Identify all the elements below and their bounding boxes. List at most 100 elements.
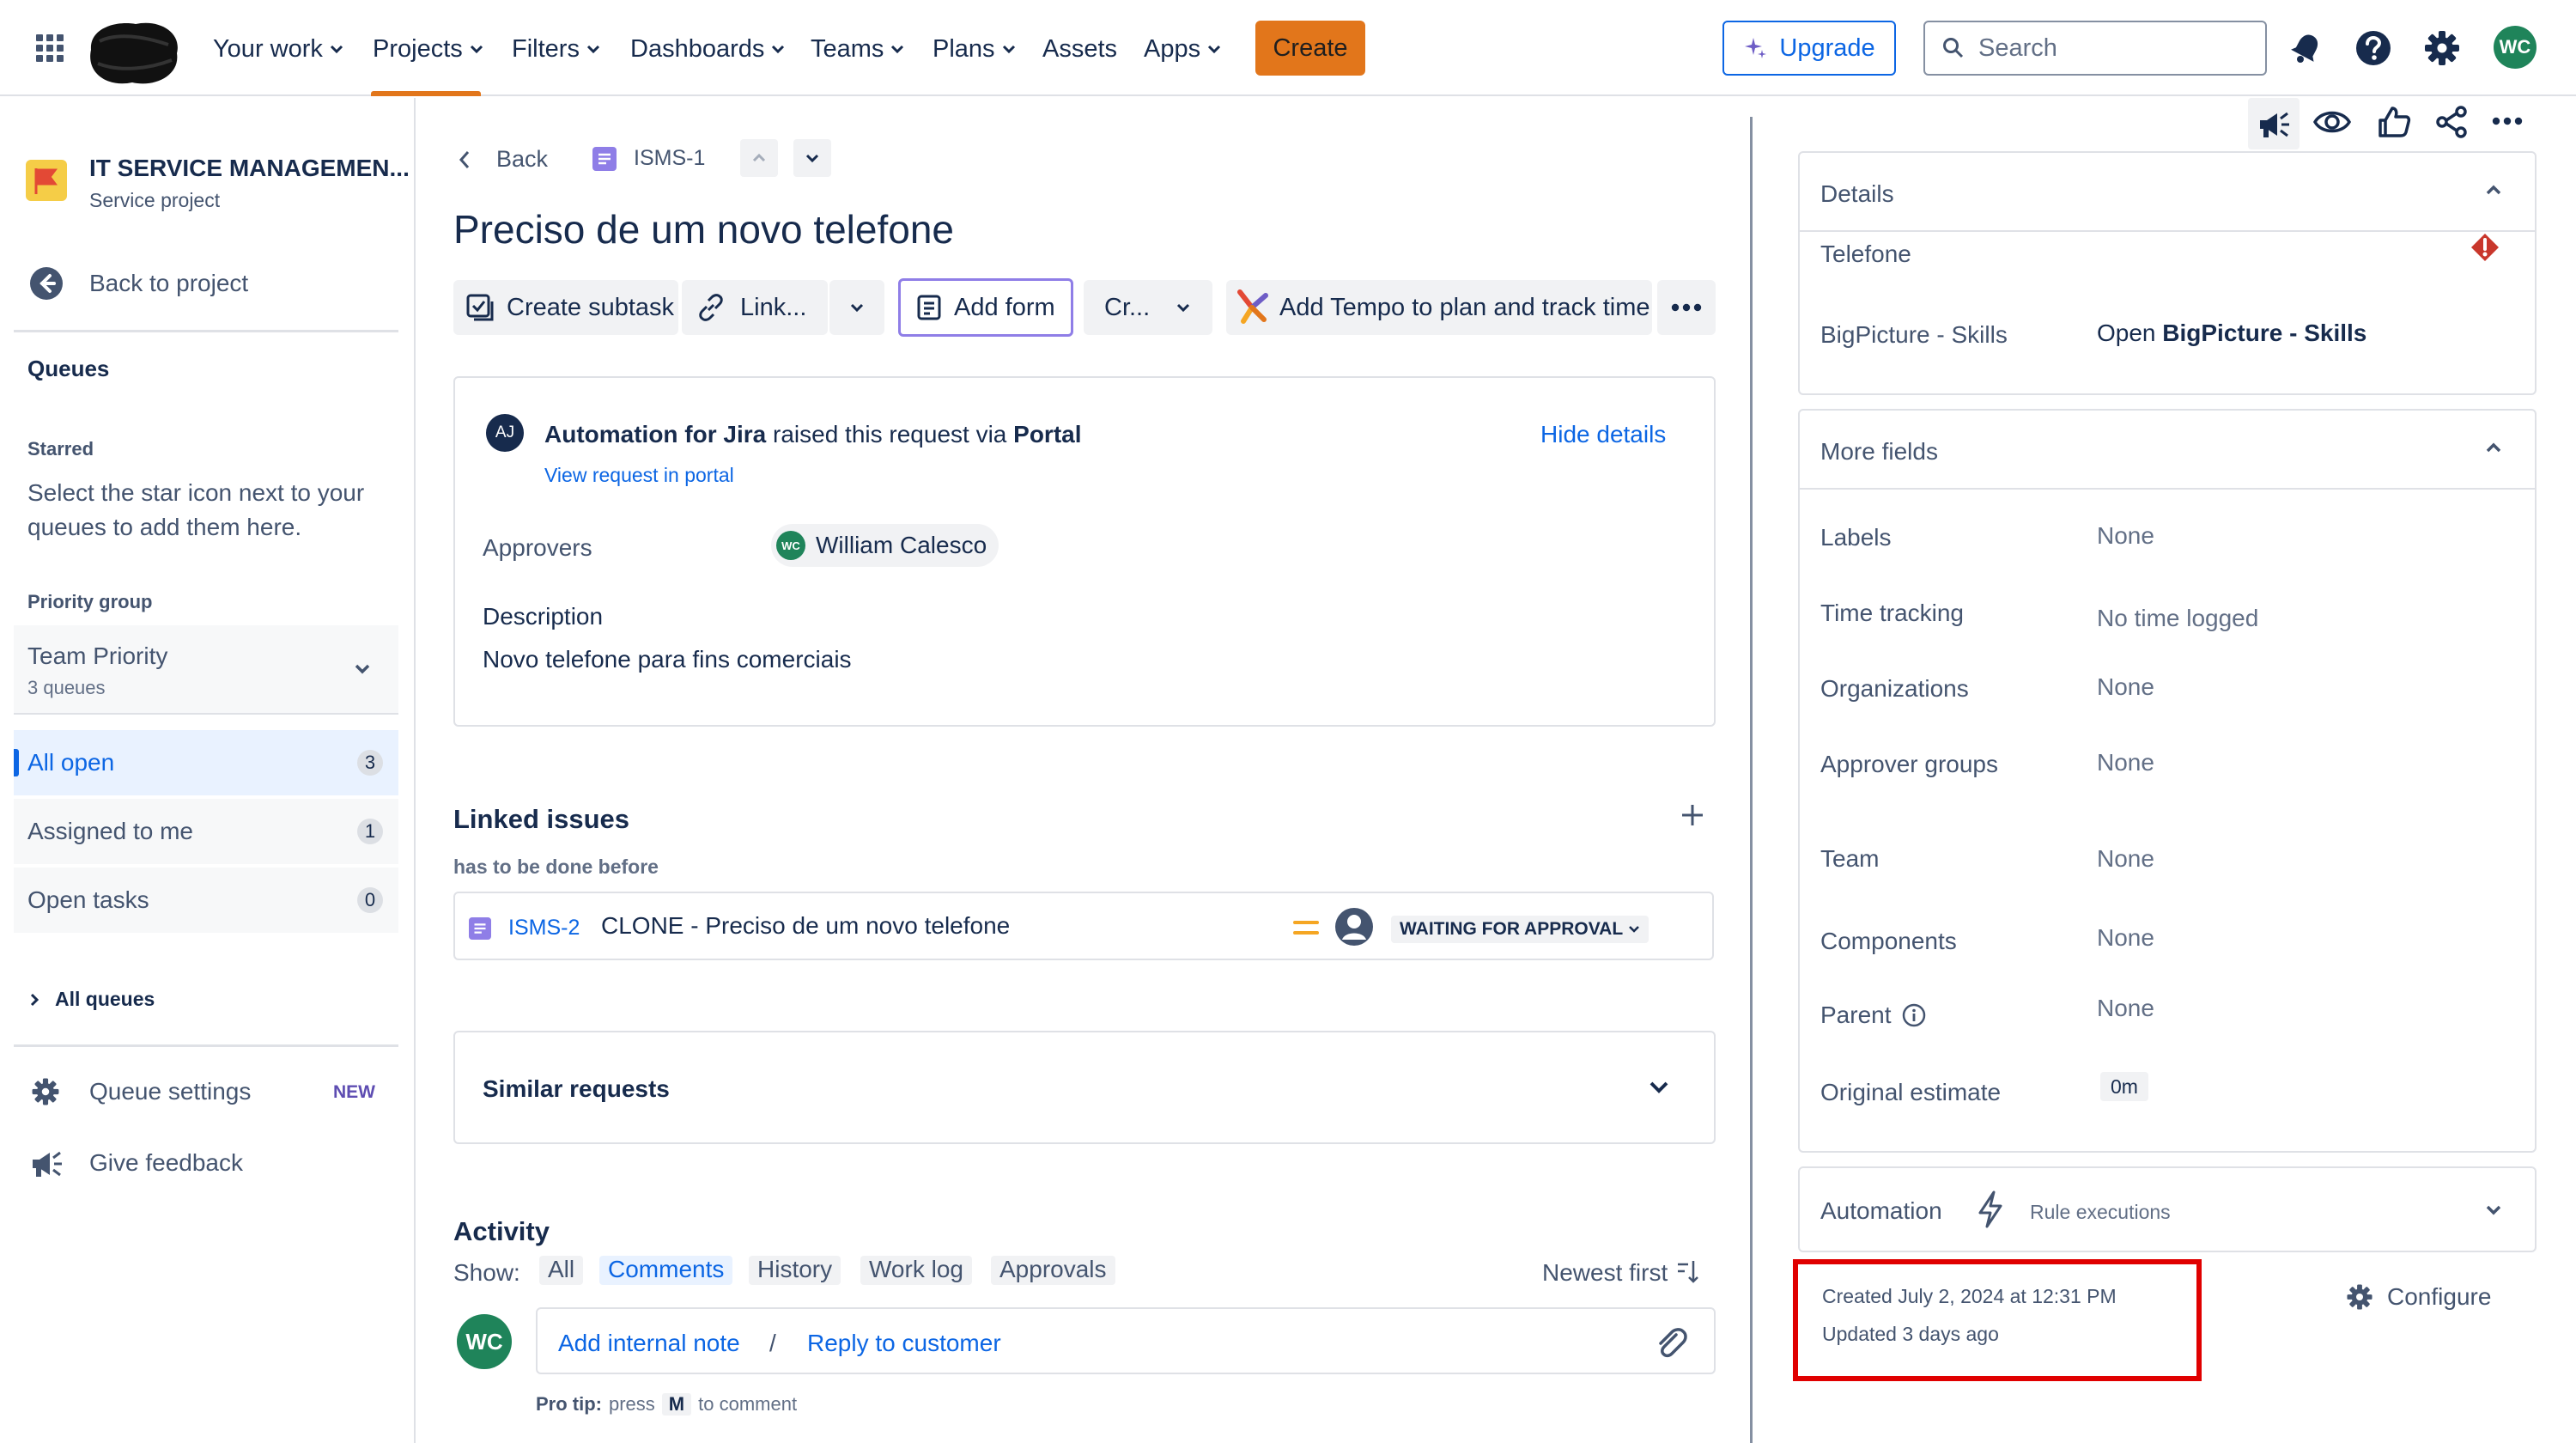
create-button[interactable]: Create	[1255, 21, 1365, 76]
error-warning-icon	[2470, 232, 2500, 263]
give-feedback-link[interactable]: Give feedback	[29, 1146, 243, 1180]
tempo-button[interactable]: Add Tempo to plan and track time	[1226, 280, 1652, 335]
product-logo-redacted[interactable]	[82, 15, 185, 89]
link-issue-button[interactable]: Link...	[682, 280, 828, 335]
components-label: Components	[1820, 928, 1957, 954]
nav-teams[interactable]: Teams	[811, 29, 904, 69]
details-panel-header[interactable]: Details	[1800, 153, 2535, 232]
components-value[interactable]: None	[2097, 924, 2154, 952]
back-to-project-link[interactable]: Back to project	[29, 266, 248, 301]
link-dropdown-button[interactable]	[829, 280, 884, 335]
activity-tab-comments[interactable]: Comments	[599, 1256, 733, 1285]
keyboard-key: M	[661, 1393, 692, 1416]
nav-dashboards[interactable]: Dashboards	[630, 29, 785, 69]
hide-details-link[interactable]: Hide details	[1540, 421, 1666, 448]
time-tracking-value[interactable]: No time logged	[2097, 605, 2258, 632]
automation-heading: Automation	[1820, 1197, 1942, 1224]
similar-requests-heading: Similar requests	[483, 1075, 670, 1102]
team-priority-group[interactable]: Team Priority 3 queues	[14, 625, 398, 715]
activity-tab-approvals[interactable]: Approvals	[991, 1256, 1115, 1285]
issue-title[interactable]: Preciso de um novo telefone	[453, 206, 954, 253]
linked-issue-status-lozenge[interactable]: WAITING FOR APPROVAL	[1391, 916, 1649, 943]
add-linked-issue-button[interactable]	[1680, 802, 1705, 828]
queue-settings-link[interactable]: Queue settings	[31, 1077, 251, 1106]
add-form-button[interactable]: Add form	[898, 278, 1073, 337]
chevron-down-icon	[2485, 1204, 2502, 1216]
watch-eye-icon[interactable]	[2313, 108, 2351, 136]
issue-key-breadcrumb[interactable]: ISMS-1	[592, 146, 705, 171]
divider	[14, 1044, 398, 1047]
nav-filters[interactable]: Filters	[512, 29, 600, 69]
description-text[interactable]: Novo telefone para fins comerciais	[483, 646, 852, 673]
divider	[14, 330, 398, 332]
chevron-down-icon	[470, 45, 483, 53]
starred-hint-line2: queues to add them here.	[27, 514, 302, 540]
feedback-megaphone-button[interactable]	[2248, 98, 2300, 149]
project-type: Service project	[89, 189, 221, 211]
activity-tab-history[interactable]: History	[749, 1256, 841, 1285]
parent-value[interactable]: None	[2097, 995, 2154, 1022]
share-icon[interactable]	[2435, 105, 2470, 139]
new-badge: NEW	[333, 1082, 375, 1102]
sort-order-toggle[interactable]: Newest first	[1542, 1259, 1699, 1285]
upgrade-button[interactable]: Upgrade	[1722, 21, 1896, 76]
nav-apps[interactable]: Apps	[1144, 29, 1221, 69]
add-internal-note-button[interactable]: Add internal note	[558, 1330, 740, 1357]
parent-field: Parent	[1820, 1002, 1926, 1029]
sort-icon	[1676, 1259, 1699, 1285]
app-switcher-icon[interactable]	[36, 34, 64, 62]
configure-button[interactable]: Configure	[2346, 1283, 2491, 1311]
view-request-in-portal-link[interactable]: View request in portal	[544, 464, 734, 487]
queue-all-open[interactable]: All open 3	[14, 730, 398, 795]
request-raised-line: Automation for Jira raised this request …	[544, 421, 1082, 448]
reporter-name[interactable]: Automation for Jira	[544, 421, 766, 448]
search-box[interactable]	[1923, 21, 2267, 76]
previous-issue-button[interactable]	[740, 139, 778, 177]
nav-projects[interactable]: Projects	[373, 29, 483, 69]
activity-tab-work-log[interactable]: Work log	[860, 1256, 972, 1285]
attachment-paperclip-icon[interactable]	[1656, 1326, 1690, 1361]
settings-gear-icon[interactable]	[2423, 29, 2461, 67]
next-issue-button[interactable]	[793, 139, 831, 177]
activity-tab-all[interactable]: All	[539, 1256, 584, 1285]
more-horizontal-icon[interactable]	[2492, 117, 2523, 125]
current-user-avatar: WC	[457, 1314, 512, 1369]
team-priority-sub: 3 queues	[27, 677, 106, 698]
nav-assets[interactable]: Assets	[1042, 29, 1117, 69]
nav-plans[interactable]: Plans	[933, 29, 1016, 69]
queue-count-badge: 3	[357, 750, 383, 776]
help-icon[interactable]	[2354, 29, 2392, 67]
cr-dropdown-button[interactable]: Cr...	[1084, 280, 1212, 335]
team-value[interactable]: None	[2097, 845, 2154, 873]
queue-open-tasks[interactable]: Open tasks 0	[14, 868, 398, 933]
user-avatar[interactable]: WC	[2494, 26, 2537, 69]
bigpicture-skills-link[interactable]: Open BigPicture - Skills	[2097, 320, 2366, 347]
more-actions-button[interactable]	[1657, 280, 1716, 335]
labels-value[interactable]: None	[2097, 522, 2154, 550]
all-queues-toggle[interactable]: All queues	[29, 988, 155, 1011]
organizations-value[interactable]: None	[2097, 673, 2154, 701]
nav-your-work[interactable]: Your work	[213, 29, 343, 69]
notifications-icon[interactable]	[2289, 31, 2324, 65]
request-type-icon	[469, 917, 491, 940]
project-name[interactable]: IT SERVICE MANAGEMEN...	[89, 155, 410, 182]
reply-to-customer-button[interactable]: Reply to customer	[807, 1330, 1001, 1357]
linked-issue-key[interactable]: ISMS-2	[508, 916, 580, 941]
project-icon	[26, 160, 67, 201]
chevron-up-icon	[751, 153, 767, 163]
vote-thumbs-up-icon[interactable]	[2377, 105, 2411, 139]
create-subtask-button[interactable]: Create subtask	[453, 280, 678, 335]
info-icon[interactable]	[1902, 1003, 1926, 1027]
back-link[interactable]: Back	[459, 146, 548, 173]
more-fields-header[interactable]: More fields	[1800, 411, 2535, 490]
original-estimate-value[interactable]: 0m	[2100, 1072, 2148, 1101]
approver-groups-value[interactable]: None	[2097, 749, 2154, 776]
panel-resize-handle[interactable]	[1750, 117, 1753, 1443]
approver-avatar: WC	[776, 531, 805, 560]
chevron-down-icon	[805, 153, 820, 163]
queue-assigned-to-me[interactable]: Assigned to me 1	[14, 799, 398, 864]
search-input[interactable]	[1978, 33, 2236, 63]
subtask-icon	[465, 293, 495, 322]
linked-issue-summary[interactable]: CLONE - Preciso de um novo telefone	[601, 912, 1010, 940]
approver-chip[interactable]: WC William Calesco	[771, 524, 999, 567]
